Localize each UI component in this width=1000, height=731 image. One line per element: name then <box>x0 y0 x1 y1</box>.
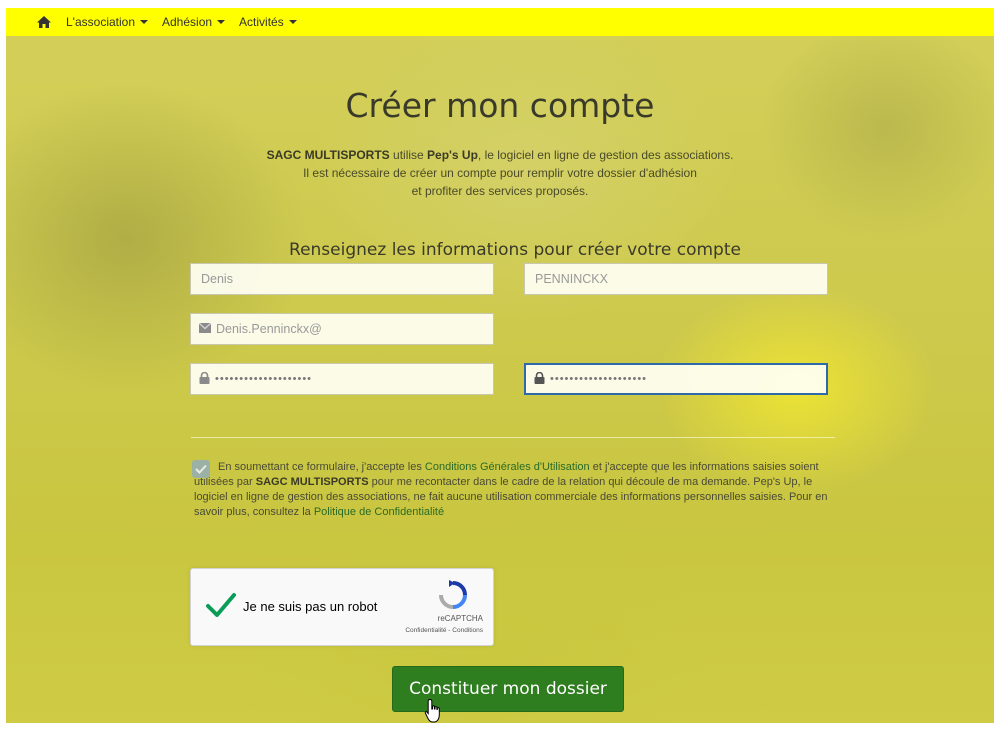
checkbox-check-icon <box>195 464 207 474</box>
top-navbar: L'association Adhésion Activités <box>6 8 994 36</box>
first-name-field[interactable]: Denis <box>190 263 494 295</box>
nav-item-label: L'association <box>66 15 135 29</box>
nav-item-activites[interactable]: Activités <box>239 15 297 29</box>
caret-down-icon <box>217 20 226 24</box>
intro-line-3: et profiter des services proposés. <box>411 184 589 198</box>
last-name-value: PENNINCKX <box>535 272 608 286</box>
intro-line-1-rest: , le logiciel en ligne de gestion des as… <box>477 148 734 162</box>
cgu-link[interactable]: Conditions Générales d'Utilisation <box>425 461 590 473</box>
recaptcha-terms[interactable]: Confidentialité - Conditions <box>405 627 483 634</box>
consent-part-1: En soumettant ce formulaire, j'accepte l… <box>218 461 425 473</box>
recaptcha-widget: Je ne suis pas un robot reCAPTCHA Confid… <box>190 568 494 646</box>
intro-line-2: Il est nécessaire de créer un compte pou… <box>303 166 697 180</box>
privacy-link[interactable]: Politique de Confidentialité <box>314 506 444 518</box>
captcha-checkmark-icon[interactable] <box>205 589 237 621</box>
lock-icon <box>534 371 545 387</box>
email-value: Denis.Penninckx@ <box>216 322 322 336</box>
software-name: Pep's Up <box>427 148 478 162</box>
consent-text: En soumettant ce formulaire, j'accepte l… <box>194 460 834 520</box>
nav-item-label: Adhésion <box>162 15 213 29</box>
org-name: SAGC MULTISPORTS <box>266 148 390 162</box>
hand-cursor-icon <box>424 698 440 723</box>
password-confirm-field[interactable]: •••••••••••••••••••• <box>524 363 828 395</box>
intro-line-1: SAGC MULTISPORTS utilise Pep's Up, le lo… <box>6 146 994 164</box>
recaptcha-logo-icon <box>438 580 468 610</box>
form-subtitle: Renseignez les informations pour créer v… <box>289 240 741 260</box>
password-field[interactable]: •••••••••••••••••••• <box>190 363 494 395</box>
first-name-value: Denis <box>201 272 233 286</box>
caret-down-icon <box>288 20 297 24</box>
intro-text: SAGC MULTISPORTS utilise Pep's Up, le lo… <box>6 146 994 200</box>
nav-item-label: Activités <box>239 15 284 29</box>
caret-down-icon <box>140 20 148 24</box>
email-field[interactable]: Denis.Penninckx@ <box>190 313 494 345</box>
password-confirm-mask: •••••••••••••••••••• <box>550 373 648 385</box>
last-name-field[interactable]: PENNINCKX <box>524 263 828 295</box>
page-frame: L'association Adhésion Activités Créer m… <box>6 8 994 723</box>
form-divider <box>191 437 835 438</box>
intro-uses: utilise <box>389 148 428 162</box>
consent-org-name: SAGC MULTISPORTS <box>255 476 369 488</box>
nav-item-association[interactable]: L'association <box>66 15 148 29</box>
recaptcha-brand: reCAPTCHA <box>437 614 483 623</box>
home-icon[interactable] <box>36 15 52 29</box>
captcha-label: Je ne suis pas un robot <box>243 599 378 614</box>
envelope-icon <box>198 322 212 336</box>
page-title: Créer mon compte <box>345 86 655 125</box>
nav-item-adhesion[interactable]: Adhésion <box>162 15 226 29</box>
lock-icon <box>199 371 210 387</box>
consent-checkbox[interactable] <box>192 460 210 478</box>
password-mask: •••••••••••••••••••• <box>215 373 313 385</box>
